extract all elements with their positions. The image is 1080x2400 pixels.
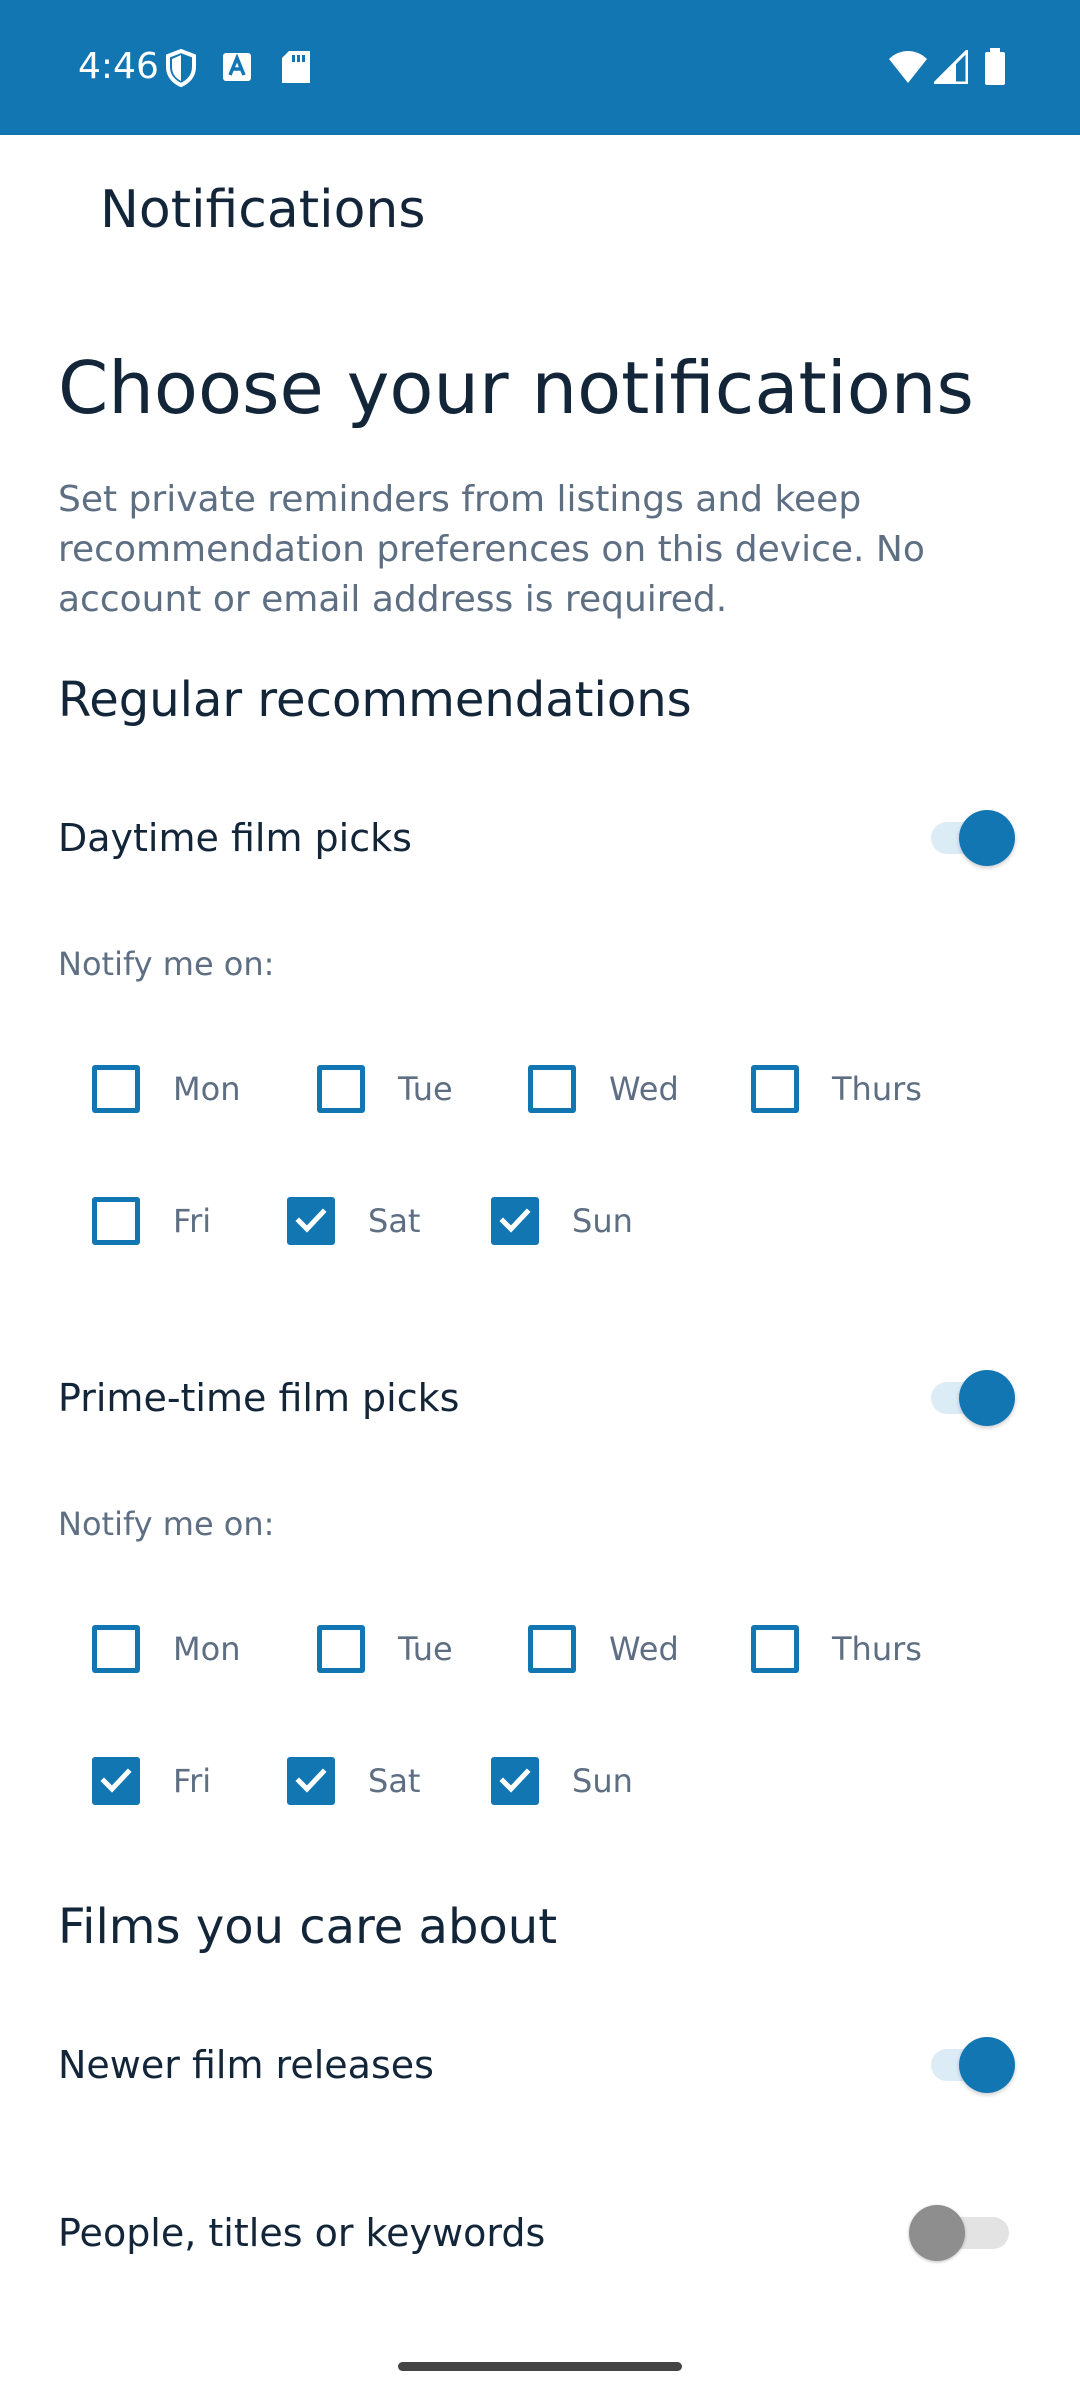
primetime-sat-label: Sat [368,1762,421,1800]
daytime-day-wed[interactable]: Wed [528,1059,718,1119]
primetime-day-mon[interactable]: Mon [92,1619,282,1679]
daytime-wed-checkbox[interactable] [528,1065,576,1113]
daytime-sun-label: Sun [572,1202,633,1240]
primetime-wed-label: Wed [609,1630,679,1668]
primetime-day-wed[interactable]: Wed [528,1619,718,1679]
checkmark-icon [295,1768,327,1793]
intro-text: Set private reminders from listings and … [58,479,925,620]
primetime-fri-checkbox[interactable] [92,1757,140,1805]
checkmark-icon [100,1768,132,1793]
people-keywords-toggle[interactable] [909,2205,1015,2261]
daytime-sat-checkbox[interactable] [287,1197,335,1245]
daytime-day-sun[interactable]: Sun [491,1191,681,1251]
daytime-picks-toggle[interactable] [925,810,1015,866]
primetime-thurs-checkbox[interactable] [751,1625,799,1673]
primetime-picks-label: Prime-time film picks [58,1376,460,1420]
primetime-day-fri[interactable]: Fri [92,1751,282,1811]
daytime-tue-label: Tue [398,1070,453,1108]
daytime-thurs-checkbox[interactable] [751,1065,799,1113]
checkmark-icon [499,1768,531,1793]
page-headline: Choose your notifications [58,346,974,430]
primetime-mon-checkbox[interactable] [92,1625,140,1673]
daytime-sun-checkbox[interactable] [491,1197,539,1245]
daytime-wed-label: Wed [609,1070,679,1108]
primetime-tue-label: Tue [398,1630,453,1668]
checkmark-icon [499,1208,531,1233]
daytime-fri-label: Fri [173,1202,212,1240]
primetime-sun-checkbox[interactable] [491,1757,539,1805]
wifi-icon [889,51,927,83]
sd-card-icon [282,51,310,83]
people-keywords-label: People, titles or keywords [58,2211,546,2255]
status-bar: 4:46 [0,0,1080,135]
newer-releases-toggle[interactable] [925,2037,1015,2093]
app-bar-title: Notifications [100,180,426,240]
primetime-day-tue[interactable]: Tue [317,1619,507,1679]
daytime-mon-label: Mon [173,1070,241,1108]
daytime-sat-label: Sat [368,1202,421,1240]
newer-releases-label: Newer film releases [58,2043,434,2087]
daytime-day-thurs[interactable]: Thurs [751,1059,941,1119]
home-indicator[interactable] [398,2362,682,2371]
primetime-sat-checkbox[interactable] [287,1757,335,1805]
daytime-thurs-label: Thurs [832,1070,922,1108]
a-badge-icon [223,53,251,81]
daytime-picks-label: Daytime film picks [58,816,412,860]
battery-icon [985,48,1005,85]
primetime-day-thurs[interactable]: Thurs [751,1619,941,1679]
daytime-day-mon[interactable]: Mon [92,1059,282,1119]
daytime-mon-checkbox[interactable] [92,1065,140,1113]
primetime-thurs-label: Thurs [832,1630,922,1668]
primetime-tue-checkbox[interactable] [317,1625,365,1673]
section-title-regular: Regular recommendations [58,672,692,728]
primetime-day-sun[interactable]: Sun [491,1751,681,1811]
primetime-notify-label: Notify me on: [58,1505,275,1543]
signal-icon [934,50,968,84]
status-time: 4:46 [78,46,159,87]
section-title-care: Films you care about [58,1899,558,1955]
primetime-sun-label: Sun [572,1762,633,1800]
checkmark-icon [295,1208,327,1233]
daytime-tue-checkbox[interactable] [317,1065,365,1113]
daytime-fri-checkbox[interactable] [92,1197,140,1245]
daytime-day-sat[interactable]: Sat [287,1191,477,1251]
primetime-day-sat[interactable]: Sat [287,1751,477,1811]
daytime-notify-label: Notify me on: [58,945,275,983]
primetime-picks-toggle[interactable] [925,1370,1015,1426]
primetime-wed-checkbox[interactable] [528,1625,576,1673]
primetime-mon-label: Mon [173,1630,241,1668]
daytime-day-tue[interactable]: Tue [317,1059,507,1119]
daytime-day-fri[interactable]: Fri [92,1191,282,1251]
primetime-fri-label: Fri [173,1762,212,1800]
shield-icon [166,48,196,88]
